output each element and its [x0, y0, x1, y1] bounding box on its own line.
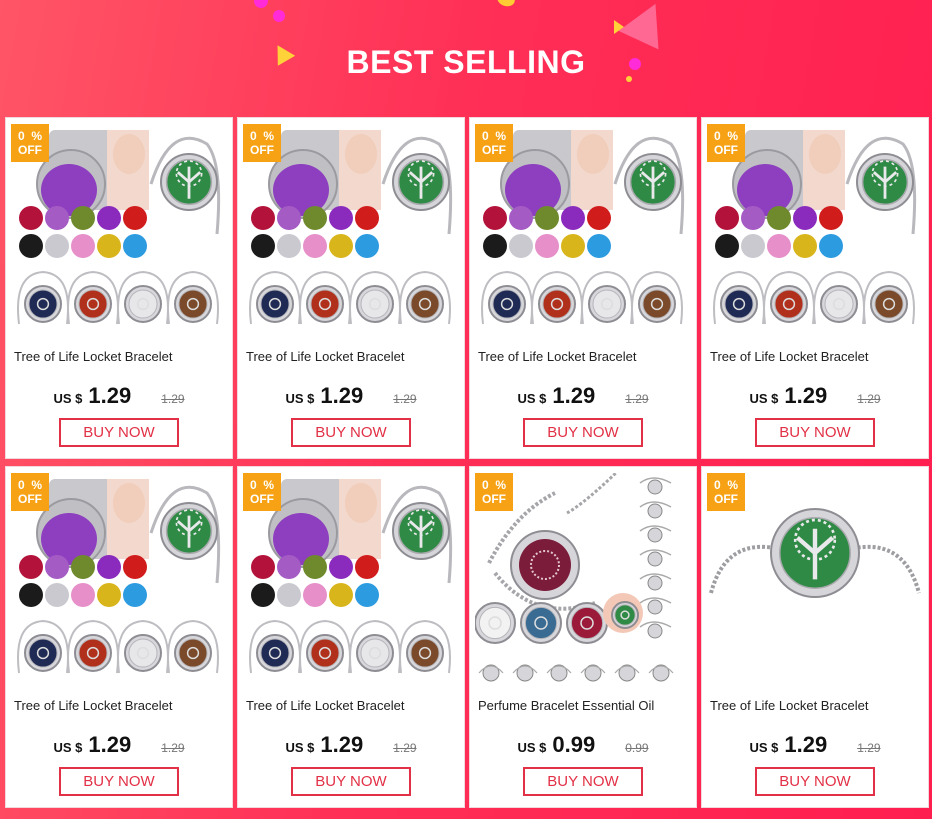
discount-value: 0 % [17, 478, 43, 492]
price-row: US $ 1.29 1.29 [702, 383, 928, 409]
discount-label: OFF [482, 492, 506, 506]
original-price: 1.29 [857, 392, 881, 406]
currency: US $ [517, 391, 547, 406]
discount-label: OFF [250, 143, 274, 157]
discount-value: 0 % [249, 478, 275, 492]
buy-now-button[interactable]: BUY NOW [755, 418, 875, 447]
product-card[interactable]: 0 % OFF Tree of Life Locket Bracelet US … [469, 117, 697, 459]
discount-value: 0 % [713, 478, 739, 492]
buy-now-button[interactable]: BUY NOW [523, 418, 643, 447]
price-row: US $ 1.29 1.29 [238, 383, 464, 409]
original-price: 1.29 [161, 741, 185, 755]
product-title[interactable]: Tree of Life Locket Bracelet [246, 698, 460, 713]
product-card[interactable]: 0 % OFF Tree of Life Locket Bracelet US … [237, 466, 465, 808]
currency: US $ [517, 740, 547, 755]
currency: US $ [53, 391, 83, 406]
product-title[interactable]: Tree of Life Locket Bracelet [478, 349, 692, 364]
product-title[interactable]: Tree of Life Locket Bracelet [14, 349, 228, 364]
product-title[interactable]: Tree of Life Locket Bracelet [710, 349, 924, 364]
buy-now-button[interactable]: BUY NOW [755, 767, 875, 796]
currency: US $ [749, 740, 779, 755]
price: 1.29 [88, 732, 132, 757]
buy-now-button[interactable]: BUY NOW [59, 767, 179, 796]
product-card[interactable]: 0 % OFF Tree of Life Locket Bracelet US … [237, 117, 465, 459]
discount-value: 0 % [481, 478, 507, 492]
original-price: 1.29 [857, 741, 881, 755]
price-row: US $ 0.99 0.99 [470, 732, 696, 758]
discount-badge: 0 % OFF [475, 473, 513, 511]
product-card[interactable]: 0 % OFF Tree of Life Locket Bracelet US … [5, 117, 233, 459]
price-row: US $ 1.29 1.29 [470, 383, 696, 409]
product-title[interactable]: Perfume Bracelet Essential Oil [478, 698, 692, 713]
price-row: US $ 1.29 1.29 [6, 732, 232, 758]
discount-badge: 0 % OFF [707, 473, 745, 511]
price: 1.29 [552, 383, 596, 408]
discount-label: OFF [18, 492, 42, 506]
confetti-dot [254, 0, 268, 8]
discount-value: 0 % [713, 129, 739, 143]
price-row: US $ 1.29 1.29 [238, 732, 464, 758]
confetti-dot [273, 10, 285, 22]
discount-label: OFF [714, 492, 738, 506]
discount-value: 0 % [17, 129, 43, 143]
product-title[interactable]: Tree of Life Locket Bracelet [710, 698, 924, 713]
discount-label: OFF [482, 143, 506, 157]
buy-now-button[interactable]: BUY NOW [59, 418, 179, 447]
product-card[interactable]: 0 % OFF Tree of Life Locket Bracelet US … [5, 466, 233, 808]
product-grid: 0 % OFF Tree of Life Locket Bracelet US … [5, 117, 929, 808]
product-title[interactable]: Tree of Life Locket Bracelet [14, 698, 228, 713]
product-title[interactable]: Tree of Life Locket Bracelet [246, 349, 460, 364]
confetti-triangle [618, 0, 676, 50]
discount-badge: 0 % OFF [11, 124, 49, 162]
original-price: 1.29 [393, 392, 417, 406]
discount-badge: 0 % OFF [475, 124, 513, 162]
original-price: 1.29 [393, 741, 417, 755]
discount-label: OFF [714, 143, 738, 157]
discount-badge: 0 % OFF [11, 473, 49, 511]
buy-now-button[interactable]: BUY NOW [291, 418, 411, 447]
buy-now-button[interactable]: BUY NOW [523, 767, 643, 796]
section-title: BEST SELLING [346, 44, 586, 80]
discount-badge: 0 % OFF [243, 473, 281, 511]
product-card[interactable]: 0 % OFF Tree of Life Locket Bracelet US … [701, 117, 929, 459]
confetti-dot [495, 0, 517, 9]
currency: US $ [53, 740, 83, 755]
currency: US $ [285, 391, 315, 406]
currency: US $ [749, 391, 779, 406]
discount-value: 0 % [249, 129, 275, 143]
discount-label: OFF [18, 143, 42, 157]
price-row: US $ 1.29 1.29 [6, 383, 232, 409]
price-row: US $ 1.29 1.29 [702, 732, 928, 758]
price: 0.99 [552, 732, 596, 757]
price: 1.29 [784, 383, 828, 408]
original-price: 1.29 [161, 392, 185, 406]
price: 1.29 [320, 383, 364, 408]
discount-badge: 0 % OFF [707, 124, 745, 162]
original-price: 1.29 [625, 392, 649, 406]
discount-badge: 0 % OFF [243, 124, 281, 162]
currency: US $ [285, 740, 315, 755]
price: 1.29 [784, 732, 828, 757]
original-price: 0.99 [625, 741, 649, 755]
product-card[interactable]: 0 % OFF Perfume Bracelet Essential Oil U… [469, 466, 697, 808]
discount-label: OFF [250, 492, 274, 506]
product-card[interactable]: 0 % OFF Tree of Life Locket Bracelet US … [701, 466, 929, 808]
price: 1.29 [88, 383, 132, 408]
discount-value: 0 % [481, 129, 507, 143]
price: 1.29 [320, 732, 364, 757]
buy-now-button[interactable]: BUY NOW [291, 767, 411, 796]
